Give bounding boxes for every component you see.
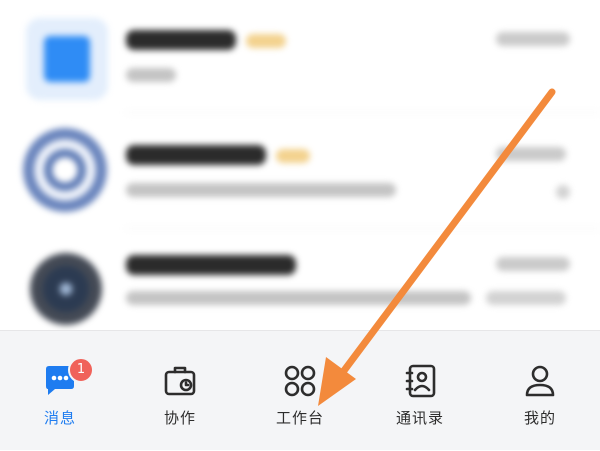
tab-label: 协作: [163, 409, 196, 427]
chat-preview-blurred: [126, 68, 176, 82]
grid-icon: [282, 363, 318, 399]
chat-title-blurred: [126, 30, 236, 50]
chat-preview-blurred: [126, 183, 396, 197]
tab-messages[interactable]: 1 消息: [0, 331, 120, 451]
tab-label: 消息: [43, 409, 76, 427]
chat-time-blurred: [496, 147, 566, 161]
chat-list: [0, 0, 600, 330]
avatar: [26, 18, 108, 100]
chat-list-item[interactable]: [0, 0, 600, 110]
tab-label: 工作台: [275, 409, 324, 427]
tab-collaboration[interactable]: 协作: [120, 331, 240, 451]
chat-preview-blurred: [126, 291, 471, 305]
chat-title-blurred: [126, 255, 296, 275]
avatar: [30, 253, 102, 325]
chat-time-blurred: [496, 32, 570, 46]
chat-time-blurred: [496, 257, 570, 271]
avatar: [22, 127, 108, 213]
person-icon: [522, 363, 558, 399]
chat-tag-blurred: [246, 34, 286, 48]
tab-workbench[interactable]: 工作台: [240, 331, 360, 451]
bottom-tab-bar: 1 消息 协作 工作台 通讯录 我的: [0, 330, 600, 450]
chat-list-item[interactable]: [0, 225, 600, 335]
tab-label: 通讯录: [395, 409, 444, 427]
tab-contacts[interactable]: 通讯录: [360, 331, 480, 451]
tab-label: 我的: [523, 409, 556, 427]
briefcase-icon: [162, 363, 198, 399]
chat-status-blurred: [486, 291, 566, 305]
contacts-book-icon: [402, 363, 438, 399]
tab-me[interactable]: 我的: [480, 331, 600, 451]
unread-badge: 1: [68, 357, 94, 383]
chat-mute-blurred: [556, 185, 570, 199]
chat-tag-blurred: [276, 149, 310, 163]
chat-list-item[interactable]: [0, 105, 600, 215]
chat-title-blurred: [126, 145, 266, 165]
